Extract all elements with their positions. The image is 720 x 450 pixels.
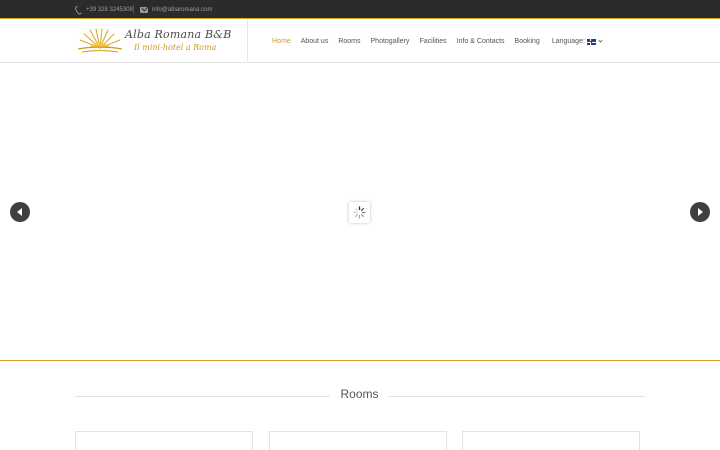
phone-number: +39 328 3245308: [86, 6, 133, 13]
uk-flag-icon: [586, 38, 596, 45]
phone-icon: [75, 6, 82, 13]
nav-home[interactable]: Home: [272, 38, 291, 45]
email-contact[interactable]: info@albaromana.com: [140, 0, 212, 19]
slider-prev-button[interactable]: [10, 202, 30, 222]
room-card[interactable]: [462, 431, 640, 450]
topbar-separator: [133, 5, 134, 14]
nav-booking[interactable]: Booking: [515, 38, 540, 45]
nav-photogallery[interactable]: Photogallery: [371, 38, 410, 45]
title-divider-left: [75, 396, 330, 397]
nav-rooms[interactable]: Rooms: [338, 38, 360, 45]
rooms-section-header: Rooms: [75, 386, 645, 406]
language-label: Language:: [551, 38, 585, 45]
top-contact-bar: +39 328 3245308 info@albaromana.com: [0, 0, 720, 19]
slider-loader: [349, 202, 370, 223]
rooms-section-title: Rooms: [340, 387, 379, 401]
sun-logo-icon: [77, 28, 123, 53]
title-divider-right: [389, 396, 645, 397]
main-nav: Home About us Rooms Photogallery Facilit…: [272, 20, 603, 63]
phone-contact[interactable]: +39 328 3245308: [75, 0, 133, 19]
site-header: Alba Romana B&B Il mini-hotel a Roma Hom…: [0, 20, 720, 63]
room-card[interactable]: [269, 431, 447, 450]
hero-slider: [0, 63, 720, 361]
slider-next-button[interactable]: [690, 202, 710, 222]
loading-spinner-icon: [353, 206, 366, 219]
nav-info-contacts[interactable]: Info & Contacts: [457, 38, 505, 45]
email-address: info@albaromana.com: [152, 6, 213, 13]
room-card[interactable]: [75, 431, 253, 450]
envelope-icon: [140, 6, 148, 13]
logo-subtitle: Il mini-hotel a Roma: [134, 43, 217, 52]
nav-facilities[interactable]: Facilities: [419, 38, 446, 45]
site-logo[interactable]: Alba Romana B&B Il mini-hotel a Roma: [76, 26, 236, 58]
chevron-right-icon: [698, 208, 703, 216]
language-selector[interactable]: Language:: [551, 38, 603, 45]
chevron-down-icon: [598, 38, 603, 43]
header-divider: [247, 20, 248, 63]
chevron-left-icon: [17, 208, 22, 216]
logo-title: Alba Romana B&B: [125, 28, 232, 41]
nav-about-us[interactable]: About us: [301, 38, 329, 45]
